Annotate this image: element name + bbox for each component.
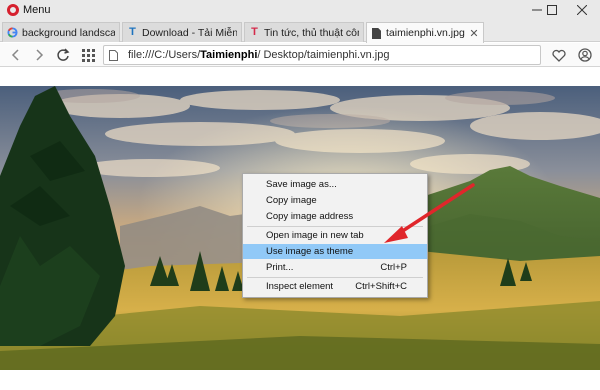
menu-item-inspect-element[interactable]: Inspect element Ctrl+Shift+C bbox=[243, 279, 427, 294]
menu-item-copy-image-address[interactable]: Copy image address bbox=[243, 209, 427, 224]
reload-icon bbox=[57, 48, 70, 61]
grid-icon bbox=[81, 48, 95, 62]
opera-logo-icon[interactable] bbox=[7, 4, 19, 16]
shortcut-label: Ctrl+Shift+C bbox=[355, 281, 407, 292]
bookmark-button[interactable] bbox=[549, 45, 569, 65]
title-bar: Menu bbox=[0, 0, 600, 20]
account-button[interactable] bbox=[575, 45, 595, 65]
context-menu: Save image as... Copy image Copy image a… bbox=[242, 173, 428, 298]
tab-background-landscape[interactable]: background landscape bbox=[2, 22, 120, 42]
page-icon bbox=[371, 27, 382, 39]
close-icon bbox=[577, 5, 587, 15]
tab-title: Tin tức, thủ thuật công bbox=[264, 26, 359, 39]
file-page-icon bbox=[109, 50, 118, 61]
maximize-icon bbox=[547, 5, 557, 15]
address-toolbar: file:///C:/Users/Taimienphi/ Desktop/tai… bbox=[0, 43, 600, 67]
menu-item-use-image-as-theme[interactable]: Use image as theme bbox=[243, 244, 427, 259]
google-icon bbox=[7, 27, 18, 38]
url-text: file:///C:/Users/Taimienphi/ Desktop/tai… bbox=[128, 49, 390, 61]
reload-button[interactable] bbox=[53, 45, 73, 65]
menu-button[interactable]: Menu bbox=[23, 4, 51, 16]
user-icon bbox=[578, 48, 592, 62]
tab-title: taimienphi.vn.jpg (3200 bbox=[386, 27, 466, 39]
heart-icon bbox=[552, 49, 566, 62]
shortcut-label: Ctrl+P bbox=[380, 262, 407, 273]
tab-strip: background landscape T Download - Tải Mi… bbox=[0, 20, 600, 58]
menu-item-save-image[interactable]: Save image as... bbox=[243, 177, 427, 192]
close-window-button[interactable] bbox=[567, 0, 597, 20]
tab-tin-tuc[interactable]: T Tin tức, thủ thuật công bbox=[244, 22, 364, 42]
back-arrow-icon bbox=[11, 49, 19, 61]
tab-taimienphi-jpg[interactable]: taimienphi.vn.jpg (3200 ✕ bbox=[366, 22, 484, 43]
menu-item-copy-image[interactable]: Copy image bbox=[243, 193, 427, 208]
menu-item-open-image-new-tab[interactable]: Open image in new tab bbox=[243, 228, 427, 243]
speed-dial-button[interactable] bbox=[78, 45, 98, 65]
tab-title: Download - Tải Miễn P bbox=[142, 26, 237, 39]
back-button[interactable] bbox=[6, 45, 26, 65]
tab-download-taimienphi[interactable]: T Download - Tải Miễn P bbox=[122, 22, 242, 42]
address-field[interactable]: file:///C:/Users/Taimienphi/ Desktop/tai… bbox=[103, 45, 541, 65]
t-logo-icon: T bbox=[129, 26, 136, 38]
forward-arrow-icon bbox=[36, 49, 44, 61]
menu-separator bbox=[247, 277, 423, 278]
tab-title: background landscape bbox=[22, 26, 115, 39]
menu-item-print[interactable]: Print... Ctrl+P bbox=[243, 260, 427, 275]
t-logo-icon: T bbox=[251, 26, 258, 38]
maximize-button[interactable] bbox=[537, 0, 567, 20]
close-tab-icon[interactable]: ✕ bbox=[469, 27, 479, 40]
forward-button[interactable] bbox=[29, 45, 49, 65]
menu-separator bbox=[247, 226, 423, 227]
